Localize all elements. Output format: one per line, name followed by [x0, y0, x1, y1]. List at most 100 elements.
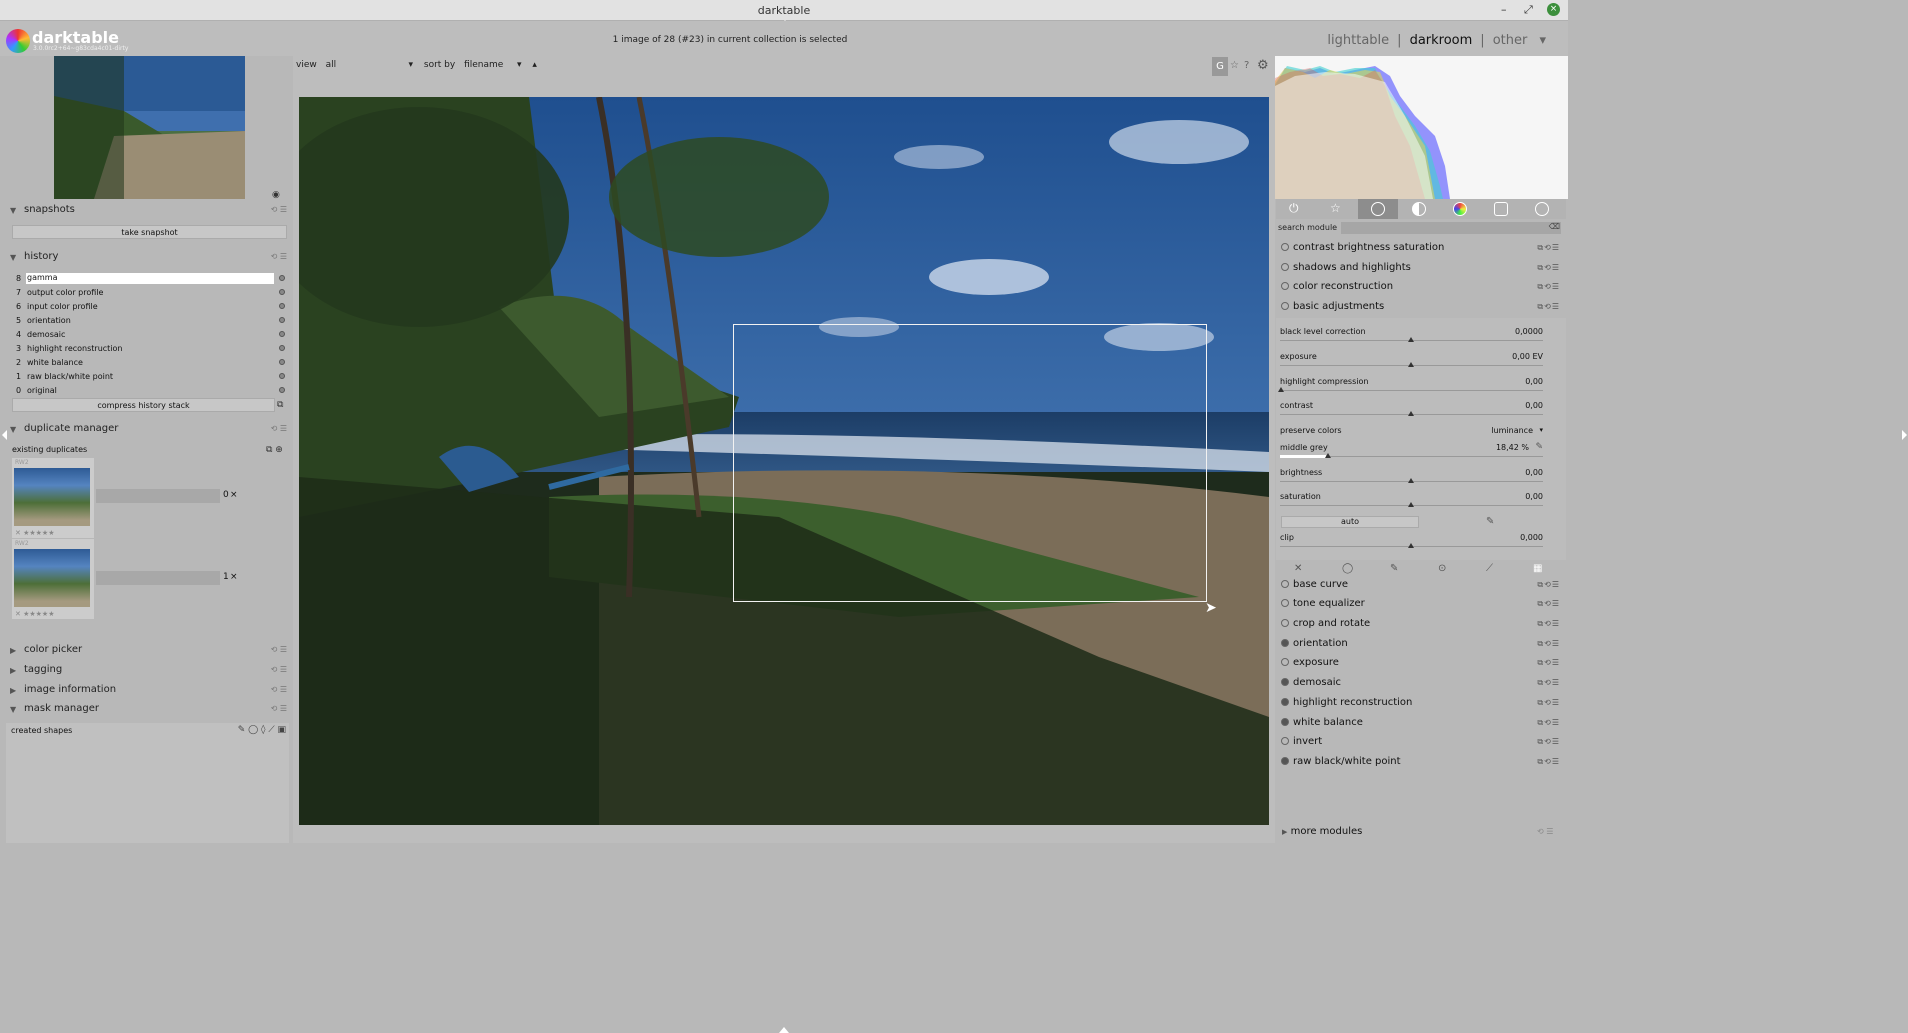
module-power-icon[interactable]	[1281, 282, 1289, 290]
mask-manager-list[interactable]: created shapes ✎ ◯ ◊ ⟋ ▣	[6, 723, 289, 843]
duplicate-thumbnail[interactable]: RW2 ✕ ★★★★★	[12, 539, 94, 619]
middle-grey-slider[interactable]: middle grey 18,42 % ✎	[1280, 442, 1543, 467]
snapshots-header[interactable]: ▼ snapshots ⟲ ☰	[6, 202, 291, 219]
module-shadows-and-highlights[interactable]: shadows and highlights ⧉⟲☰	[1277, 259, 1563, 278]
favorites-icon[interactable]: ☆	[1330, 201, 1341, 215]
histogram[interactable]	[1275, 56, 1568, 199]
history-item[interactable]: 4 demosaic	[12, 328, 288, 341]
history-create-style-icon[interactable]: ⧉	[277, 400, 283, 410]
history-item[interactable]: 3 highlight reconstruction	[12, 342, 288, 355]
module-base-curve[interactable]: base curve ⧉⟲☰	[1277, 576, 1563, 595]
duplicate-manager-header[interactable]: ▼ duplicate manager ⟲ ☰	[6, 421, 291, 438]
dropdown-arrow-icon[interactable]: ▾	[1539, 33, 1546, 48]
module-actions-icon[interactable]: ⧉⟲☰	[1537, 639, 1560, 649]
sort-dropdown[interactable]: filename	[464, 60, 514, 70]
module-power-icon[interactable]	[1281, 639, 1289, 647]
module-power-icon[interactable]	[1281, 678, 1289, 686]
reset-icon[interactable]: ⟲ ☰	[271, 704, 287, 713]
eye-icon[interactable]: ◉	[272, 190, 280, 200]
module-power-icon[interactable]	[1281, 718, 1289, 726]
reset-icon[interactable]: ⟲ ☰	[271, 205, 287, 214]
history-item[interactable]: 8 gamma	[12, 272, 288, 285]
module-raw-black-white-point[interactable]: raw black/white point ⧉⟲☰	[1277, 753, 1563, 772]
module-power-icon[interactable]	[1281, 580, 1289, 588]
module-actions-icon[interactable]: ⧉⟲☰	[1537, 263, 1560, 273]
history-item[interactable]: 6 input color profile	[12, 300, 288, 313]
module-power-icon[interactable]	[1281, 619, 1289, 627]
group-basic-icon[interactable]	[1371, 202, 1385, 216]
color-picker-header[interactable]: ▶ color picker ⟲ ☰	[6, 642, 291, 659]
blend-uniform-icon[interactable]: ◯	[1342, 563, 1353, 574]
module-actions-icon[interactable]: ⧉⟲☰	[1537, 580, 1560, 590]
module-power-icon[interactable]	[1281, 599, 1289, 607]
reset-icon[interactable]: ⟲ ☰	[271, 685, 287, 694]
view-lighttable[interactable]: lighttable	[1327, 33, 1389, 48]
power-icon[interactable]: ⏻	[1289, 201, 1299, 216]
reset-icon[interactable]: ⟲ ☰	[271, 252, 287, 261]
compress-history-button[interactable]: compress history stack	[12, 398, 275, 412]
sort-order-icon[interactable]: ▴	[532, 60, 537, 70]
mask-manager-header[interactable]: ▼ mask manager ⟲ ☰	[6, 701, 291, 718]
module-power-icon[interactable]	[1281, 658, 1289, 666]
module-power-icon[interactable]	[1281, 263, 1289, 271]
saturation-slider[interactable]: saturation 0,00	[1280, 492, 1543, 516]
duplicate-version-field[interactable]	[96, 571, 220, 585]
history-item[interactable]: 1 raw black/white point	[12, 370, 288, 383]
reset-icon[interactable]: ⟲ ☰	[271, 424, 287, 433]
module-actions-icon[interactable]: ⧉⟲☰	[1537, 678, 1560, 688]
maximize-button[interactable]: ⤢	[1524, 3, 1533, 17]
grouping-icon[interactable]: G	[1212, 57, 1228, 76]
right-panel-toggle-icon[interactable]	[1902, 430, 1907, 440]
reset-icon[interactable]: ⟲ ☰	[271, 645, 287, 654]
shape-tools-icon[interactable]: ✎ ◯ ◊ ⟋ ▣	[238, 725, 286, 735]
rating-stars-icon[interactable]: ✕ ★★★★★	[15, 610, 54, 618]
area-selection-rectangle[interactable]	[733, 324, 1207, 602]
module-actions-icon[interactable]: ⧉⟲☰	[1537, 737, 1560, 747]
blend-drawn-mask-icon[interactable]: ✎	[1390, 563, 1398, 574]
module-actions-icon[interactable]: ⧉⟲☰	[1537, 658, 1560, 668]
highlight-compression-slider[interactable]: highlight compression 0,00	[1278, 377, 1543, 401]
module-actions-icon[interactable]: ⧉⟲☰	[1537, 599, 1560, 609]
blend-drawn-parametric-icon[interactable]: ⟋	[1486, 563, 1493, 574]
group-color-icon[interactable]	[1453, 202, 1467, 216]
history-header[interactable]: ▼ history ⟲ ☰	[6, 249, 291, 266]
dropdown-arrow-icon[interactable]: ▾	[408, 60, 413, 70]
history-item[interactable]: 5 orientation	[12, 314, 288, 327]
module-exposure[interactable]: exposure ⧉⟲☰	[1277, 654, 1563, 673]
tagging-header[interactable]: ▶ tagging ⟲ ☰	[6, 662, 291, 679]
module-highlight-reconstruction[interactable]: highlight reconstruction ⧉⟲☰	[1277, 694, 1563, 713]
module-demosaic[interactable]: demosaic ⧉⟲☰	[1277, 674, 1563, 693]
delete-duplicate-icon[interactable]: ×	[230, 572, 238, 582]
help-icon[interactable]: ?	[1244, 60, 1249, 71]
auto-button[interactable]: auto	[1281, 516, 1419, 528]
module-actions-icon[interactable]: ⧉⟲☰	[1537, 698, 1560, 708]
module-power-icon[interactable]	[1281, 302, 1289, 310]
duplicate-add-icon[interactable]: ⧉ ⊕	[266, 445, 283, 455]
blend-off-icon[interactable]: ✕	[1294, 563, 1302, 574]
history-item[interactable]: 2 white balance	[12, 356, 288, 369]
take-snapshot-button[interactable]: take snapshot	[12, 225, 287, 239]
navigation-thumbnail[interactable]	[54, 56, 245, 199]
group-tone-icon[interactable]	[1412, 202, 1426, 216]
black-level-slider[interactable]: black level correction 0,0000	[1280, 327, 1543, 351]
module-tone-equalizer[interactable]: tone equalizer ⧉⟲☰	[1277, 595, 1563, 614]
close-button[interactable]: ×	[1547, 3, 1560, 16]
left-panel-toggle-icon[interactable]	[2, 430, 7, 440]
clear-search-icon[interactable]: ⌫	[1549, 222, 1560, 231]
view-filter-dropdown[interactable]: all	[326, 60, 406, 70]
preferences-gear-icon[interactable]: ⚙	[1257, 58, 1269, 73]
color-picker-icon[interactable]: ✎	[1535, 442, 1543, 452]
module-actions-icon[interactable]: ⧉⟲☰	[1537, 243, 1560, 253]
module-power-icon[interactable]	[1281, 757, 1289, 765]
module-crop-and-rotate[interactable]: crop and rotate ⧉⟲☰	[1277, 615, 1563, 634]
history-item[interactable]: 7 output color profile	[12, 286, 288, 299]
module-actions-icon[interactable]: ⧉⟲☰	[1537, 282, 1560, 292]
module-contrast-brightness-saturation[interactable]: contrast brightness saturation ⧉⟲☰	[1277, 239, 1563, 258]
module-color-reconstruction[interactable]: color reconstruction ⧉⟲☰	[1277, 278, 1563, 297]
rating-stars-icon[interactable]: ✕ ★★★★★	[15, 529, 54, 537]
module-invert[interactable]: invert ⧉⟲☰	[1277, 733, 1563, 752]
group-correct-icon[interactable]	[1494, 202, 1508, 216]
delete-duplicate-icon[interactable]: ×	[230, 490, 238, 500]
clip-slider[interactable]: clip 0,000	[1280, 533, 1543, 557]
star-overlay-icon[interactable]: ☆	[1230, 60, 1239, 71]
